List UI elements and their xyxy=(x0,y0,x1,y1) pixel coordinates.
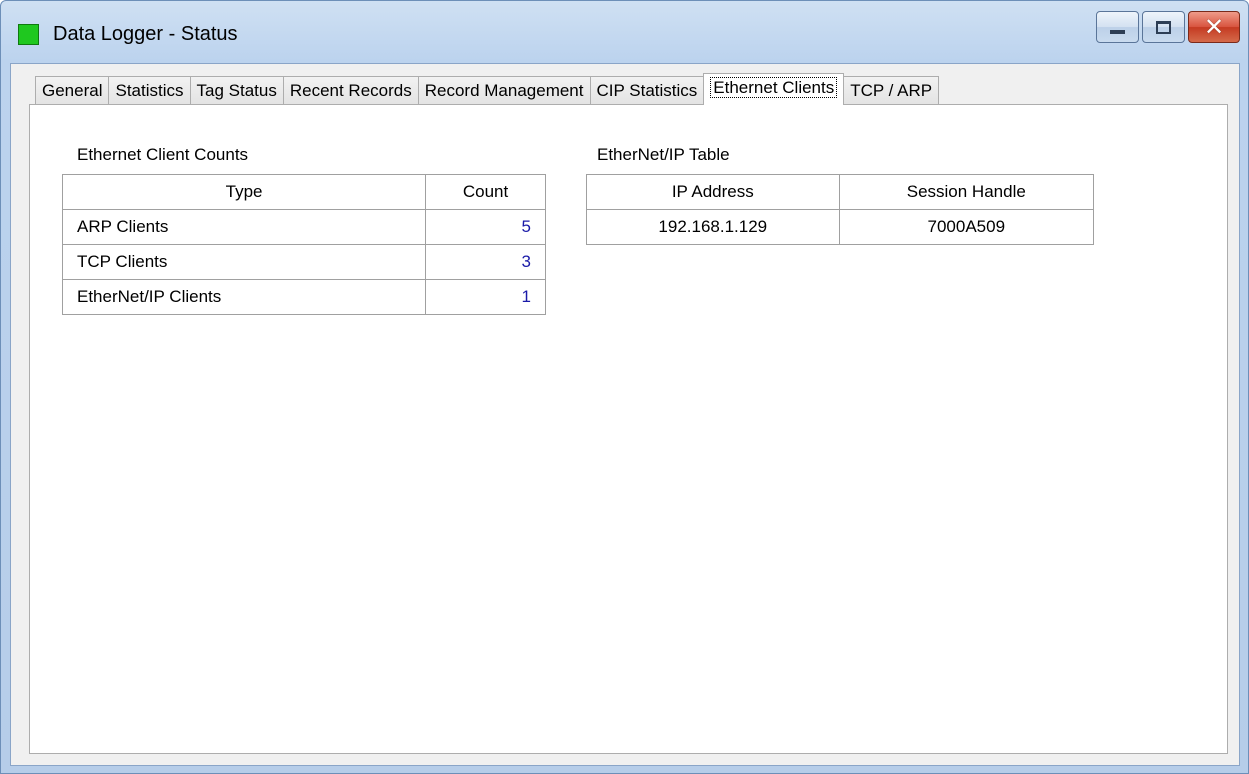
table-row[interactable]: TCP Clients 3 xyxy=(61,244,546,280)
minimize-button[interactable] xyxy=(1096,11,1139,43)
type-cell: ARP Clients xyxy=(61,209,427,245)
minimize-icon xyxy=(1110,29,1125,34)
client-counts-table: Type Count ARP Clients 5 TCP Clients 3 E… xyxy=(61,174,546,315)
table-row[interactable]: EtherNet/IP Clients 1 xyxy=(61,279,546,315)
count-cell: 1 xyxy=(425,279,546,315)
session-handle-cell: 7000A509 xyxy=(838,209,1095,245)
status-indicator-icon xyxy=(18,24,39,45)
maximize-button[interactable] xyxy=(1142,11,1185,43)
column-header-session-handle[interactable]: Session Handle xyxy=(838,174,1095,210)
ip-address-cell: 192.168.1.129 xyxy=(586,209,840,245)
tab-tcp-arp[interactable]: TCP / ARP xyxy=(843,76,940,105)
app-window: Data Logger - Status ✕ General Statistic… xyxy=(0,0,1249,774)
ethernet-clients-panel: Ethernet Client Counts Type Count ARP Cl… xyxy=(29,104,1228,754)
enip-table: IP Address Session Handle 192.168.1.129 … xyxy=(586,174,1095,245)
tab-general[interactable]: General xyxy=(35,76,110,105)
window-client-area: General Statistics Tag Status Recent Rec… xyxy=(10,63,1240,766)
tab-ethernet-clients-label: Ethernet Clients xyxy=(710,77,838,98)
tab-record-management[interactable]: Record Management xyxy=(417,76,591,105)
enip-table-title: EtherNet/IP Table xyxy=(597,145,730,164)
close-icon: ✕ xyxy=(1203,13,1225,41)
count-cell: 3 xyxy=(425,244,546,280)
tab-recent-records[interactable]: Recent Records xyxy=(282,76,419,105)
type-cell: EtherNet/IP Clients xyxy=(61,279,427,315)
tab-statistics[interactable]: Statistics xyxy=(108,76,191,105)
count-cell: 5 xyxy=(425,209,546,245)
close-button[interactable]: ✕ xyxy=(1188,11,1240,43)
column-header-ip-address[interactable]: IP Address xyxy=(586,174,840,210)
maximize-icon xyxy=(1156,20,1171,34)
tab-tag-status[interactable]: Tag Status xyxy=(189,76,284,105)
table-row[interactable]: ARP Clients 5 xyxy=(61,209,546,245)
table-header-row: Type Count xyxy=(61,174,546,210)
column-header-type[interactable]: Type xyxy=(61,174,427,210)
tab-cip-statistics[interactable]: CIP Statistics xyxy=(589,76,705,105)
type-cell: TCP Clients xyxy=(61,244,427,280)
column-header-count[interactable]: Count xyxy=(425,174,546,210)
tab-strip: General Statistics Tag Status Recent Rec… xyxy=(35,73,940,105)
caption-buttons: ✕ xyxy=(1096,11,1240,43)
title-bar[interactable]: Data Logger - Status ✕ xyxy=(1,1,1248,63)
window-title: Data Logger - Status xyxy=(53,23,238,45)
client-counts-title: Ethernet Client Counts xyxy=(77,145,249,164)
table-row[interactable]: 192.168.1.129 7000A509 xyxy=(586,209,1095,245)
tab-ethernet-clients[interactable]: Ethernet Clients xyxy=(703,73,845,105)
table-header-row: IP Address Session Handle xyxy=(586,174,1095,210)
